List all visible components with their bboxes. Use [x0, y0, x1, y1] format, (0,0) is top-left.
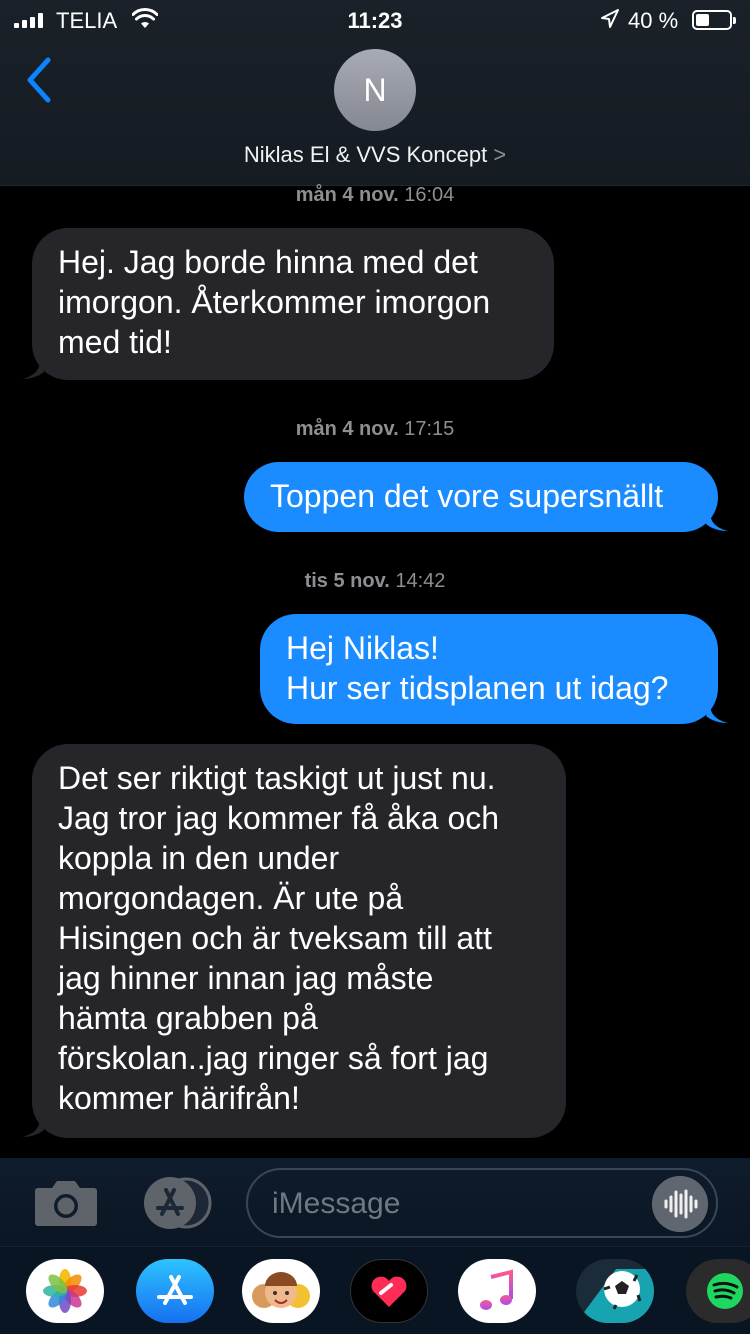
message-timestamp: mån 4 nov. 17:15: [295, 418, 455, 440]
app-store-button-icon[interactable]: [140, 1176, 212, 1230]
battery-icon: [692, 10, 736, 30]
message-timestamp: mån 4 nov. 16:04: [295, 184, 455, 206]
chevron-right-icon: >: [493, 142, 507, 167]
conversation-header: TELIA 11:23 40 % N Niklas El & VVS Konce…: [0, 0, 750, 186]
audio-waveform-icon[interactable]: [652, 1176, 708, 1232]
contact-name: Niklas El & VVS Koncept: [243, 142, 488, 167]
location-arrow-icon: [601, 9, 619, 28]
imessage-input[interactable]: [272, 1184, 632, 1224]
music-icon[interactable]: [458, 1259, 536, 1323]
message-timestamp: tis 5 nov. 14:42: [304, 570, 446, 592]
status-bar: TELIA 11:23 40 %: [0, 0, 750, 40]
bubble-tail: [22, 1118, 44, 1137]
soccer-app-icon[interactable]: [576, 1259, 654, 1323]
message-input-bar: [0, 1158, 750, 1246]
spotify-icon[interactable]: [686, 1259, 750, 1323]
incoming-message-bubble[interactable]: Hej. Jag borde hinna med det imorgon. Åt…: [32, 228, 554, 380]
bubble-tail: [706, 704, 728, 723]
memoji-icon[interactable]: [242, 1259, 320, 1323]
photos-icon[interactable]: [26, 1259, 104, 1323]
avatar-initial: N: [363, 71, 387, 108]
app-store-icon[interactable]: [136, 1259, 214, 1323]
back-chevron-icon[interactable]: [22, 56, 58, 104]
app-drawer: [0, 1246, 750, 1334]
contact-avatar[interactable]: N: [334, 49, 416, 131]
bubble-tail: [706, 512, 728, 531]
battery-percentage: 40 %: [628, 8, 679, 33]
bubble-tail: [22, 360, 44, 379]
imessage-field[interactable]: [246, 1168, 718, 1238]
digital-touch-icon[interactable]: [350, 1259, 428, 1323]
outgoing-message-bubble[interactable]: Toppen det vore supersnällt: [244, 462, 718, 532]
contact-name-button[interactable]: Niklas El & VVS Koncept >: [0, 142, 750, 168]
camera-icon[interactable]: [34, 1178, 98, 1228]
incoming-message-bubble[interactable]: Det ser riktigt taskigt ut just nu. Jag …: [32, 744, 566, 1138]
outgoing-message-bubble[interactable]: Hej Niklas! Hur ser tidsplanen ut idag?: [260, 614, 718, 724]
